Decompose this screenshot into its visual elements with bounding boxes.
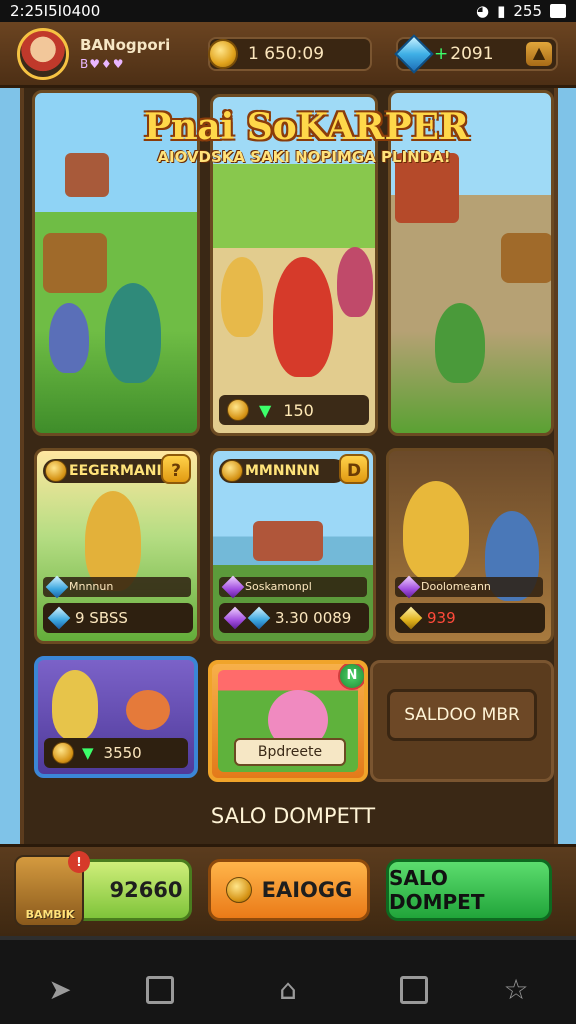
castle (253, 521, 323, 561)
character-hero (105, 283, 161, 383)
card-label: Soskamonpl (219, 575, 367, 599)
gem-amount: 2091 (450, 44, 494, 64)
card-title-text: EEGERMANI (69, 463, 162, 479)
recent-apps-icon[interactable] (146, 976, 174, 1004)
shop-item-1-price[interactable]: ▼ 3550 (44, 738, 188, 768)
status-time: 2:25I5I0400 (10, 2, 101, 20)
shop-item-1-price-text: 3550 (103, 744, 142, 762)
signal-icon: ▮ (497, 2, 506, 20)
game-header: BANogpori B♥♦♥ 1 650:09 + 2091 ▲ (0, 22, 576, 88)
reward-bar: ▼ 150 (219, 395, 369, 425)
card-price-text: 3.30 0089 (275, 609, 352, 627)
card-item-2[interactable]: MMNNNN D Soskamonpl 3.30 0089 (210, 448, 376, 644)
back-icon[interactable]: ➤ (44, 974, 76, 1006)
main-area: ▼ 150 Pnai SoKARPER AIOVDSKA SAKI NOPIMG… (0, 88, 576, 844)
saldo-button[interactable]: SALDOO MBR (387, 689, 537, 741)
card-item-1[interactable]: EEGERMANI ? Mnnnun 9 SBSS (34, 448, 200, 644)
house (65, 153, 109, 197)
gem-plus-sign: + (434, 44, 449, 64)
action-bar: 92660 ! BAMBIK EAIOGG SALO DOMPET (0, 844, 576, 936)
coins-button-label: 92660 (109, 878, 183, 902)
chest-label: BAMBIK (25, 908, 75, 921)
card-label-text: Doolomeann (421, 580, 491, 593)
character-runner (435, 303, 485, 383)
card-title: MMNNNN (219, 459, 346, 483)
saldo-caption: SALO DOMPETT (210, 804, 376, 828)
coin-icon (227, 399, 249, 421)
new-badge: N (338, 664, 364, 690)
treasure-chest (43, 233, 107, 293)
gem-icon (399, 606, 423, 630)
character-blonde (52, 670, 98, 740)
overview-icon[interactable] (400, 976, 428, 1004)
gem-icon (47, 606, 71, 630)
saldo-panel: SALDOO MBR (370, 660, 554, 782)
card-badge: ? (161, 454, 191, 484)
coin-icon (52, 742, 74, 764)
shop-item-1[interactable]: ▼ 3550 (34, 656, 198, 778)
character-red-elf (273, 257, 333, 377)
gem-icon (45, 575, 69, 599)
mask (126, 690, 170, 730)
gem-icon (247, 606, 271, 630)
gem-icon (397, 575, 421, 599)
system-nav-bar: ➤ ⌂ ☆ (0, 936, 576, 1024)
gem-icon (221, 575, 245, 599)
coin-icon (221, 460, 243, 482)
orange-action-button[interactable]: EAIOGG (208, 859, 370, 921)
coin-icon (225, 877, 252, 903)
chest-button[interactable]: ! BAMBIK (14, 851, 90, 927)
coin-balance[interactable]: 1 650:09 (208, 37, 372, 71)
card-item-3[interactable]: Doolomeann 939 (386, 448, 554, 644)
assistant-icon[interactable]: ☆ (500, 974, 532, 1006)
add-gems-button[interactable]: ▲ (526, 42, 552, 66)
card-price-text: 939 (427, 609, 456, 627)
shop-item-2-label: Bpdreete (234, 738, 346, 766)
gem-icon (223, 606, 247, 630)
wallet-button[interactable]: SALO DOMPET (386, 859, 552, 921)
character-wizard (49, 303, 89, 373)
card-title-text: MMNNNN (245, 463, 320, 479)
coin-icon (45, 460, 67, 482)
coins-button[interactable]: 92660 (70, 859, 192, 921)
coin-amount: 1 650:09 (248, 44, 325, 64)
wifi-icon: ◕ (476, 2, 490, 20)
player-hearts: B♥♦♥ (80, 57, 125, 71)
card-label: Doolomeann (395, 575, 543, 599)
arrow-icon: ▼ (259, 400, 272, 420)
card-label: Mnnnun (43, 575, 191, 599)
game-board: ▼ 150 Pnai SoKARPER AIOVDSKA SAKI NOPIMG… (20, 88, 558, 844)
gem-icon (394, 34, 434, 74)
gem-balance[interactable]: + 2091 ▲ (394, 34, 558, 74)
card-price[interactable]: 9 SBSS (43, 603, 193, 633)
reward-value: 150 (283, 400, 314, 420)
home-icon[interactable]: ⌂ (272, 974, 304, 1006)
arrow-icon: ▼ (82, 744, 94, 762)
player-avatar[interactable] (17, 28, 69, 80)
game-subtitle: AIOVDSKA SAKI NOPIMGA PLINDA! (157, 148, 451, 166)
character-goblin (403, 481, 469, 581)
card-price-text: 9 SBSS (75, 609, 128, 627)
shop-item-2[interactable]: N Bpdreete (208, 660, 368, 782)
status-bar: 2:25I5I0400 ◕ ▮ 255 (0, 0, 576, 22)
card-label-text: Mnnnun (69, 580, 114, 593)
card-badge: D (339, 454, 369, 484)
orange-action-label: EAIOGG (261, 878, 353, 902)
player-name: BANogpori (80, 36, 171, 54)
card-label-text: Soskamonpl (245, 580, 312, 593)
character-kid (337, 247, 373, 317)
battery-level: 255 (513, 2, 542, 20)
battery-icon (550, 4, 566, 18)
card-price[interactable]: 3.30 0089 (219, 603, 369, 633)
character-warrior (85, 491, 141, 591)
card-price[interactable]: 939 (395, 603, 545, 633)
barrel (501, 233, 551, 283)
wallet-button-label: SALO DOMPET (389, 866, 485, 914)
chest-badge: ! (68, 851, 90, 873)
coin-icon (208, 39, 238, 69)
game-title: Pnai SoKARPER (144, 106, 469, 148)
character-blonde (221, 257, 263, 337)
